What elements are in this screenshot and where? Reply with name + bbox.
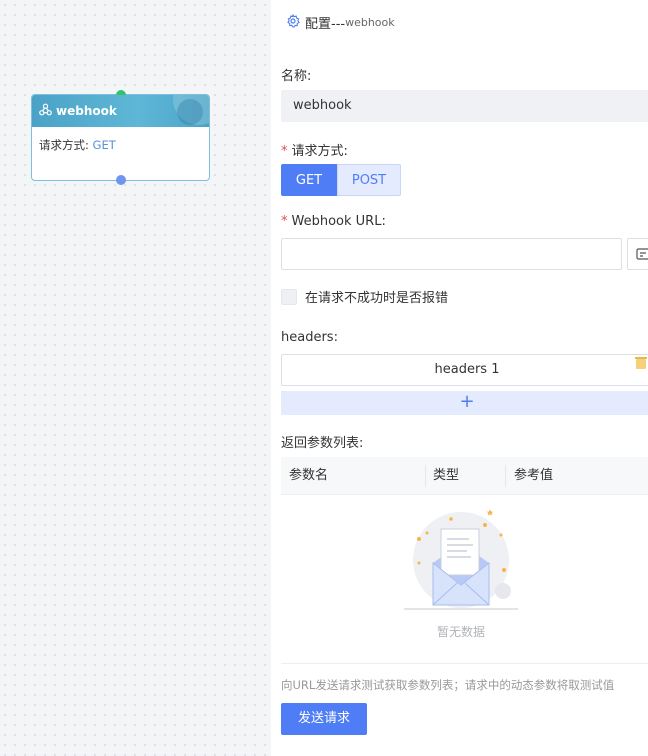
error-checkbox-label: 在请求不成功时是否报错 <box>305 291 449 306</box>
url-label: Webhook URL: <box>291 214 386 229</box>
node-header: webhook <box>32 95 209 127</box>
required-mark: * <box>281 144 288 159</box>
name-input[interactable]: webhook <box>281 90 648 122</box>
url-label-row: * Webhook URL: <box>281 214 386 229</box>
panel-title-sub: webhook <box>345 16 395 29</box>
webhook-node[interactable]: webhook 请求方式: GET <box>31 90 210 185</box>
config-panel: 配置--- webhook 名称: webhook * 请求方式: GET POS… <box>271 0 648 756</box>
headers-label: headers: <box>281 330 338 345</box>
name-label: 名称: <box>281 69 312 84</box>
method-post-option[interactable]: POST <box>337 164 401 196</box>
method-label-row: * 请求方式: <box>281 140 348 159</box>
node-body: 请求方式: GET <box>32 127 209 163</box>
node-method-value: GET <box>92 138 116 152</box>
method-get-option[interactable]: GET <box>281 164 337 196</box>
webhook-icon <box>39 103 52 120</box>
webhook-url-input[interactable] <box>281 238 622 270</box>
column-divider <box>505 465 506 487</box>
hint-text: 向URL发送请求测试获取参数列表；请求中的动态参数将取测试值 <box>281 678 615 692</box>
flow-canvas[interactable]: webhook 请求方式: GET <box>0 0 271 756</box>
output-port[interactable] <box>116 175 126 185</box>
panel-title-text: 配置--- <box>305 17 346 32</box>
panel-title: 配置--- webhook <box>286 13 395 32</box>
divider <box>281 663 648 664</box>
headers-item[interactable]: headers 1 <box>281 354 648 386</box>
params-table-header: 参数名 类型 参考值 <box>281 457 648 495</box>
column-param-name: 参数名 <box>289 468 329 483</box>
empty-state: 暂无数据 <box>391 505 531 640</box>
column-divider <box>425 465 426 487</box>
method-segmented-control[interactable]: GET POST <box>281 164 401 196</box>
gear-icon <box>286 13 300 32</box>
column-reference-value: 参考值 <box>514 468 554 483</box>
add-header-button[interactable]: + <box>281 391 648 415</box>
url-edit-button[interactable] <box>627 238 648 270</box>
required-mark: * <box>281 214 288 229</box>
node-title: webhook <box>56 104 117 118</box>
edit-icon <box>636 248 648 264</box>
send-request-button[interactable]: 发送请求 <box>281 703 367 735</box>
header-decoration <box>177 99 203 125</box>
empty-text: 暂无数据 <box>436 625 485 639</box>
method-label: 请求方式: <box>291 144 348 159</box>
trash-icon[interactable] <box>635 356 647 374</box>
column-type: 类型 <box>433 468 460 483</box>
empty-envelope-icon <box>391 509 531 619</box>
error-checkbox[interactable] <box>281 288 297 305</box>
node-method-label: 请求方式: <box>39 138 89 152</box>
return-params-label: 返回参数列表: <box>281 436 364 451</box>
error-checkbox-row[interactable]: 在请求不成功时是否报错 <box>281 287 448 306</box>
